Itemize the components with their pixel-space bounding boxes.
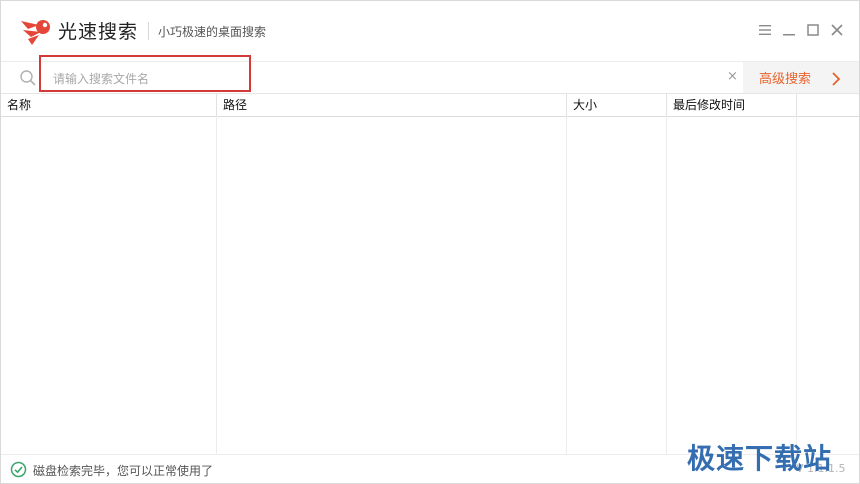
column-divider	[566, 116, 567, 454]
column-header-size[interactable]: 大小	[567, 94, 667, 116]
column-header-name[interactable]: 名称	[1, 94, 217, 116]
app-tagline: 小巧极速的桌面搜索	[158, 25, 267, 39]
column-header-modified[interactable]: 最后修改时间	[667, 94, 797, 116]
app-logo-icon	[19, 15, 53, 47]
title-divider	[148, 22, 149, 40]
minimize-icon[interactable]	[780, 21, 798, 39]
menu-icon[interactable]	[756, 21, 774, 39]
close-icon[interactable]	[828, 21, 846, 39]
search-icon	[19, 69, 37, 91]
clear-search-button[interactable]: ×	[727, 70, 738, 84]
watermark-logo: 极速下载站	[687, 442, 833, 475]
results-table-header: 名称 路径 大小 最后修改时间	[1, 93, 859, 117]
chevron-right-icon	[831, 71, 841, 90]
status-message: 磁盘检索完毕，您可以正常使用了	[33, 464, 214, 478]
maximize-icon[interactable]	[804, 21, 822, 39]
app-name: 光速搜索	[58, 21, 139, 43]
column-header-path[interactable]: 路径	[217, 94, 567, 116]
column-divider	[216, 116, 217, 454]
advanced-search-button[interactable]: 高级搜索	[743, 62, 859, 93]
column-divider	[666, 116, 667, 454]
column-divider	[796, 116, 797, 454]
search-bar: × 高级搜索	[1, 61, 859, 93]
app-window: 光速搜索 小巧极速的桌面搜索 请输入搜索文件名 × 高级搜索 名称 路径 大小 …	[0, 0, 860, 484]
title-bar: 光速搜索 小巧极速的桌面搜索	[1, 1, 859, 61]
column-header-spacer	[797, 94, 859, 116]
search-input[interactable]	[51, 68, 715, 90]
advanced-search-label: 高级搜索	[759, 72, 812, 87]
check-circle-icon	[10, 461, 27, 482]
